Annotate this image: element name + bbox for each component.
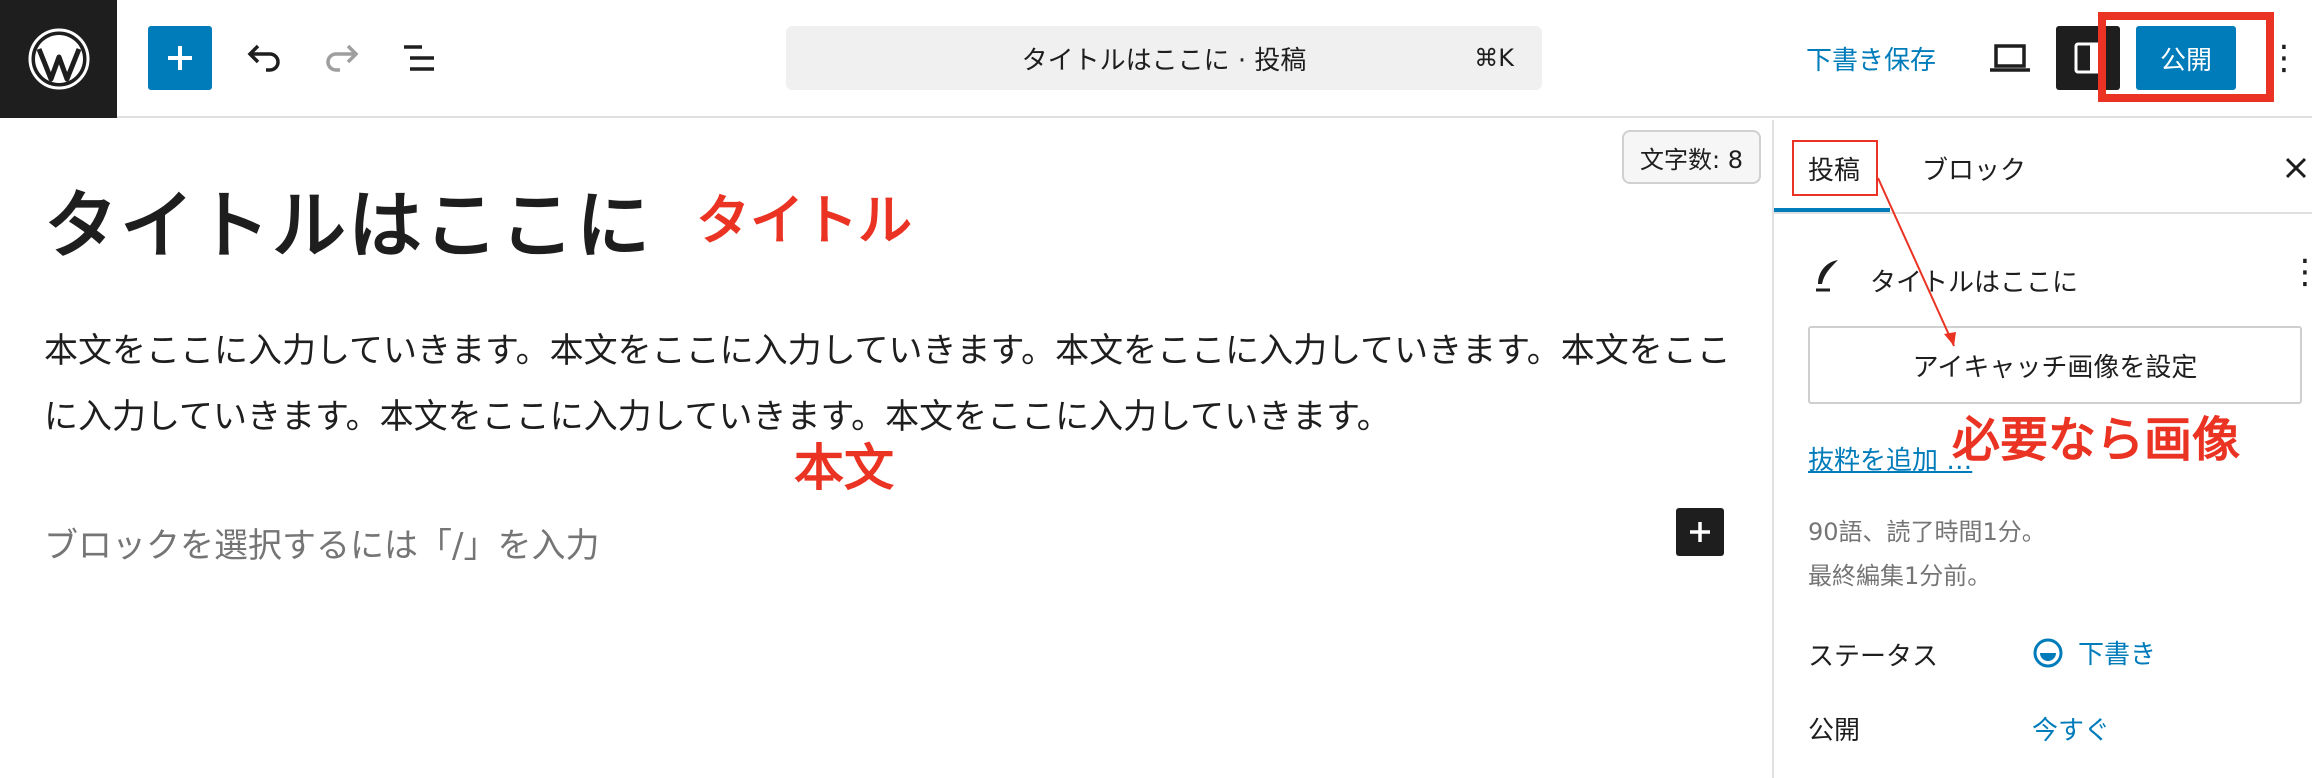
publish-date-button[interactable]: 今すぐ bbox=[2032, 710, 2110, 747]
more-vertical-icon[interactable]: ⋮ bbox=[2267, 32, 2301, 84]
editor-header: タイトルはここに · 投稿 ⌘K 下書き保存 公開 ⋮ bbox=[0, 0, 2312, 118]
word-count-badge: 文字数: 8 bbox=[1622, 130, 1761, 184]
status-value-button[interactable]: 下書き bbox=[2032, 634, 2156, 671]
undo-button[interactable] bbox=[240, 34, 288, 82]
plus-icon bbox=[168, 46, 192, 70]
title-annotation: タイトル bbox=[696, 189, 912, 252]
sidebar-tabs: 投稿 ブロック bbox=[1774, 120, 2312, 214]
redo-button[interactable] bbox=[318, 34, 366, 82]
list-view-button[interactable] bbox=[396, 34, 444, 82]
summary-title: タイトルはここに bbox=[1870, 268, 2079, 298]
command-shortcut: ⌘K bbox=[1474, 44, 1514, 72]
command-title: タイトルはここに · 投稿 bbox=[1021, 45, 1307, 76]
plus-icon bbox=[1690, 522, 1710, 542]
status-label: ステータス bbox=[1808, 642, 1939, 672]
tab-post[interactable]: 投稿 bbox=[1808, 150, 1860, 187]
settings-sidebar: 投稿 ブロック タイトルはここに ⋮ アイキャッチ画像を設定 必要なら画像 抜粋… bbox=[1772, 120, 2312, 778]
list-view-icon bbox=[404, 45, 434, 71]
last-edited-meta: 最終編集1分前。 bbox=[1808, 562, 1992, 590]
more-vertical-icon[interactable]: ⋮ bbox=[2288, 252, 2312, 292]
add-excerpt-link[interactable]: 抜粋を追加 … bbox=[1808, 440, 1972, 477]
inline-add-block-button[interactable] bbox=[1676, 508, 1724, 556]
wordpress-logo-icon[interactable] bbox=[0, 0, 117, 118]
tab-block[interactable]: ブロック bbox=[1922, 150, 2026, 187]
save-draft-button[interactable]: 下書き保存 bbox=[1806, 40, 1936, 77]
word-count-meta: 90語、読了時間1分。 bbox=[1808, 518, 2046, 546]
preview-button[interactable] bbox=[1984, 32, 2036, 84]
add-block-button[interactable] bbox=[148, 26, 212, 90]
status-value: 下書き bbox=[2078, 640, 2157, 670]
featured-image-annotation: 必要なら画像 bbox=[1952, 412, 2241, 468]
laptop-icon bbox=[1990, 44, 2030, 72]
tab-active-indicator bbox=[1774, 208, 1890, 212]
post-title[interactable]: タイトルはここに bbox=[44, 166, 652, 273]
close-icon[interactable] bbox=[2276, 148, 2312, 188]
command-palette-bar[interactable]: タイトルはここに · 投稿 ⌘K bbox=[786, 26, 1542, 90]
post-summary-header: タイトルはここに ⋮ bbox=[1808, 252, 2312, 302]
editor-canvas: 文字数: 8 タイトルはここに タイトル 本文をここに入力していきます。本文をこ… bbox=[0, 120, 1772, 778]
publish-button[interactable]: 公開 bbox=[2136, 26, 2236, 90]
feather-icon bbox=[1816, 260, 1838, 292]
block-placeholder[interactable]: ブロックを選択するには「/」を入力 bbox=[44, 518, 599, 567]
body-annotation: 本文 bbox=[794, 439, 894, 497]
undo-icon bbox=[247, 44, 280, 72]
draft-status-icon bbox=[2033, 638, 2063, 667]
wordpress-logo-svg bbox=[28, 28, 89, 90]
publish-label: 公開 bbox=[1808, 716, 1861, 746]
redo-icon bbox=[326, 44, 359, 72]
set-featured-image-button[interactable]: アイキャッチ画像を設定 bbox=[1808, 326, 2302, 404]
close-x-svg bbox=[2285, 157, 2307, 179]
